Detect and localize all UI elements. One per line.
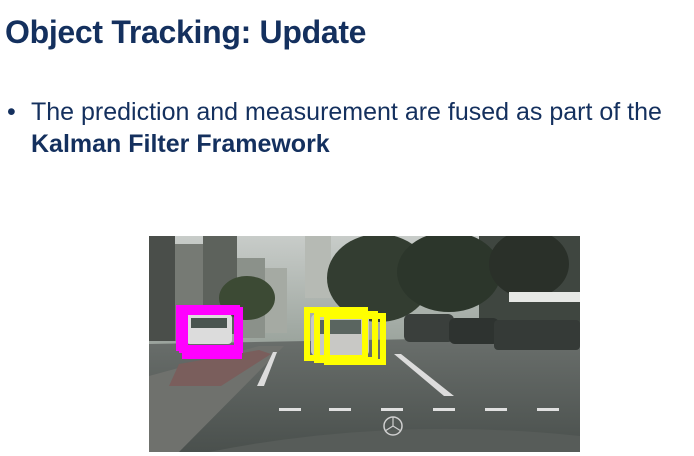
dashed-line-2: [329, 408, 351, 411]
dashed-line-4: [433, 408, 455, 411]
bullet-list: • The prediction and measurement are fus…: [5, 96, 685, 160]
dashed-line-1: [279, 408, 301, 411]
dashed-line-3: [381, 408, 403, 411]
building-left-1: [149, 236, 175, 341]
building-center: [305, 236, 331, 298]
parked-car-2: [449, 318, 499, 344]
slide-title: Object Tracking: Update: [5, 14, 367, 50]
dashed-line-5: [485, 408, 507, 411]
bullet-item: • The prediction and measurement are fus…: [5, 96, 685, 160]
bullet-dot: •: [7, 98, 16, 126]
street-scene-image: [149, 236, 580, 452]
awning: [509, 292, 580, 302]
dashed-line-6: [537, 408, 559, 411]
bullet-text: The prediction and measurement are fused…: [31, 98, 662, 126]
bullet-bold-text: Kalman Filter Framework: [31, 130, 330, 158]
parked-cars-3: [494, 320, 580, 350]
parked-car-1: [404, 314, 454, 342]
